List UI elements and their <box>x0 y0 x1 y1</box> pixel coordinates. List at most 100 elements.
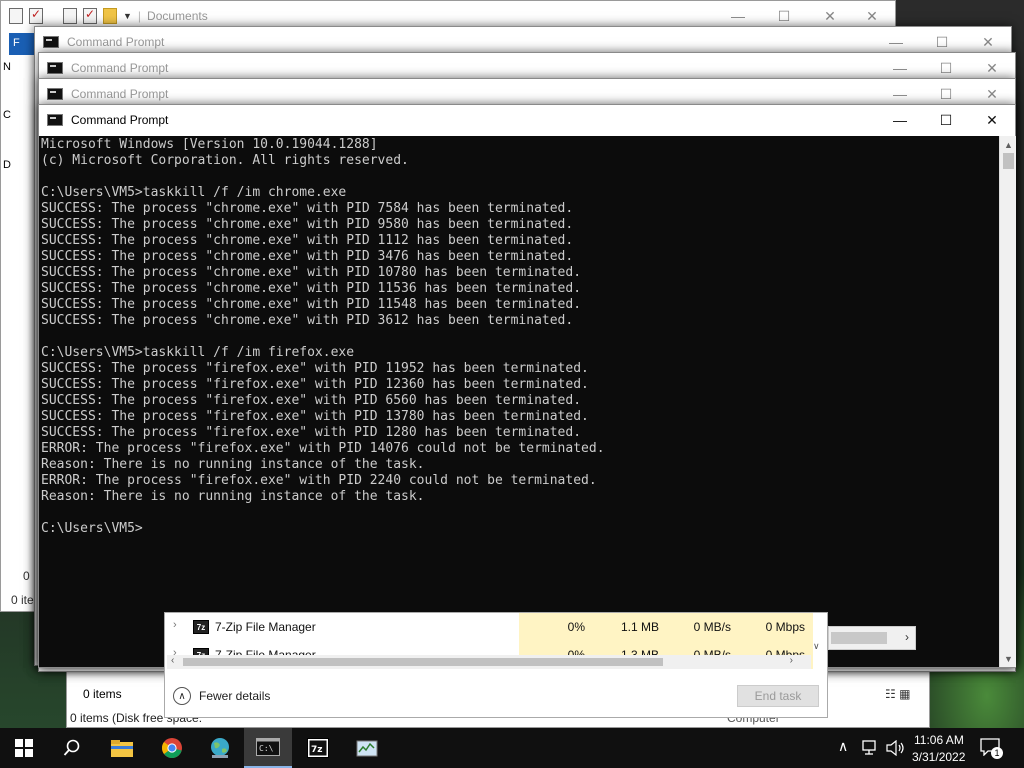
scroll-up-arrow-icon[interactable]: ▲ <box>1000 136 1017 153</box>
windows-logo-icon <box>15 739 33 757</box>
cpu-cell: 0% <box>519 613 593 641</box>
console-line: SUCCESS: The process "chrome.exe" with P… <box>41 297 582 312</box>
search-button[interactable] <box>48 728 96 768</box>
chrome-button[interactable] <box>148 728 196 768</box>
chevron-right-icon[interactable]: › <box>905 630 909 644</box>
expand-chevron-icon[interactable]: › <box>173 619 177 631</box>
minimize-button[interactable]: — <box>877 105 923 135</box>
document-icon[interactable] <box>63 8 77 24</box>
window-title: Command Prompt <box>67 35 165 49</box>
folder-icon[interactable] <box>103 8 117 24</box>
explorer-title: Documents <box>147 9 208 23</box>
cmd-icon <box>47 62 63 74</box>
console-line: Microsoft Windows [Version 10.0.19044.12… <box>41 137 378 152</box>
details-view-icon[interactable]: ☷ ▦ <box>885 687 910 701</box>
chrome-icon <box>162 738 182 759</box>
folder-icon <box>111 740 133 757</box>
cmd-window-active[interactable]: Command Prompt — ☐ ✕ Microsoft Windows [… <box>38 104 1016 668</box>
cmd-icon: C:\ <box>256 738 280 756</box>
console-line: C:\Users\VM5>taskkill /f /im chrome.exe <box>41 185 347 200</box>
console-line: C:\Users\VM5> <box>41 521 143 536</box>
background-scroll-thumb[interactable] <box>831 632 887 644</box>
task-manager-icon <box>356 740 378 757</box>
console-line: SUCCESS: The process "chrome.exe" with P… <box>41 281 582 296</box>
console-line: SUCCESS: The process "chrome.exe" with P… <box>41 233 574 248</box>
vertical-scrollbar-down-icon[interactable]: ∨ <box>813 641 827 655</box>
console-line: SUCCESS: The process "firefox.exe" with … <box>41 409 589 424</box>
console-scrollbar[interactable]: ▲ ▼ <box>999 136 1016 667</box>
scroll-left-arrow-icon[interactable]: ‹ <box>171 655 174 666</box>
console-lines: Microsoft Windows [Version 10.0.19044.12… <box>41 137 999 537</box>
notification-center-button[interactable]: 1 <box>980 738 1003 759</box>
items-count: 0 items <box>83 687 122 701</box>
horizontal-scrollbar[interactable]: ‹ › <box>167 655 811 669</box>
close-button[interactable]: ✕ <box>969 105 1015 135</box>
memory-cell: 1.1 MB <box>593 613 667 641</box>
console-line: ERROR: The process "firefox.exe" with PI… <box>41 473 597 488</box>
console-line: SUCCESS: The process "chrome.exe" with P… <box>41 249 574 264</box>
nav-letter: C <box>3 109 11 121</box>
console-line: SUCCESS: The process "firefox.exe" with … <box>41 377 589 392</box>
disk-cell: 0 MB/s <box>667 613 739 641</box>
scroll-right-arrow-icon[interactable]: › <box>790 655 793 666</box>
horizontal-scroll-thumb[interactable] <box>183 658 663 666</box>
cmd-titlebar[interactable]: Command Prompt <box>39 105 1015 135</box>
cmd-icon <box>47 114 63 126</box>
window-title: Command Prompt <box>71 87 169 101</box>
end-task-button[interactable]: End task <box>737 685 819 707</box>
process-name: 7-Zip File Manager <box>215 620 316 634</box>
checkmark-icon[interactable] <box>29 7 43 24</box>
properties-icon[interactable] <box>9 8 23 24</box>
network-cell: 0 Mbps <box>739 613 813 641</box>
volume-icon[interactable] <box>886 740 906 756</box>
nav-count: 0 <box>23 569 30 583</box>
scroll-thumb[interactable] <box>1003 153 1014 169</box>
7zip-app-icon: 7z <box>193 620 209 634</box>
nav-letter: N <box>3 61 11 73</box>
console-line: SUCCESS: The process "firefox.exe" with … <box>41 425 582 440</box>
console-line: SUCCESS: The process "firefox.exe" with … <box>41 393 582 408</box>
fewer-details-toggle[interactable]: ∧ Fewer details <box>173 687 270 705</box>
7zip-taskbar-button[interactable]: 7z <box>294 728 342 768</box>
console-line: C:\Users\VM5>taskkill /f /im firefox.exe <box>41 345 355 360</box>
network-icon[interactable] <box>862 740 880 756</box>
console-line: SUCCESS: The process "firefox.exe" with … <box>41 361 589 376</box>
search-icon <box>63 739 80 756</box>
background-scrollbar[interactable]: › <box>828 626 916 650</box>
chevron-up-icon: ∧ <box>173 687 191 705</box>
console-output[interactable]: Microsoft Windows [Version 10.0.19044.12… <box>39 136 999 667</box>
svg-text:C:\: C:\ <box>259 744 274 753</box>
clock-time[interactable]: 11:06 AM <box>914 733 964 747</box>
clock-date[interactable]: 3/31/2022 <box>912 750 965 764</box>
console-line: SUCCESS: The process "chrome.exe" with P… <box>41 217 574 232</box>
task-manager-window[interactable]: › 7z 7-Zip File Manager 0% 1.1 MB 0 MB/s… <box>164 612 828 718</box>
scroll-down-arrow-icon[interactable]: ▼ <box>1000 650 1017 667</box>
cmd-icon <box>47 88 63 100</box>
console-line: Reason: There is no running instance of … <box>41 489 425 504</box>
console-line: ERROR: The process "firefox.exe" with PI… <box>41 441 605 456</box>
svg-text:7z: 7z <box>311 745 323 755</box>
window-title: Command Prompt <box>71 61 169 75</box>
7zip-icon: 7z <box>307 738 329 758</box>
process-row[interactable]: › 7z 7-Zip File Manager 0% 1.1 MB 0 MB/s… <box>165 613 827 641</box>
checkmark-icon[interactable] <box>83 7 97 24</box>
globe-icon <box>211 738 229 758</box>
command-prompt-taskbar-button[interactable]: C:\ <box>244 728 292 768</box>
nav-letter: D <box>3 159 11 171</box>
network-globe-button[interactable] <box>196 728 244 768</box>
console-line: SUCCESS: The process "chrome.exe" with P… <box>41 201 574 216</box>
console-line: Reason: There is no running instance of … <box>41 457 425 472</box>
task-manager-taskbar-button[interactable] <box>344 728 392 768</box>
start-button[interactable] <box>0 728 48 768</box>
cmd-icon <box>43 36 59 48</box>
dropdown-arrow-icon[interactable]: ▼ <box>123 11 132 21</box>
fewer-details-label: Fewer details <box>199 689 271 703</box>
file-explorer-button[interactable] <box>98 728 146 768</box>
show-hidden-icons-chevron-icon[interactable]: ∧ <box>838 738 848 755</box>
maximize-button[interactable]: ☐ <box>923 105 969 135</box>
console-line: SUCCESS: The process "chrome.exe" with P… <box>41 313 574 328</box>
window-title: Command Prompt <box>71 113 169 127</box>
